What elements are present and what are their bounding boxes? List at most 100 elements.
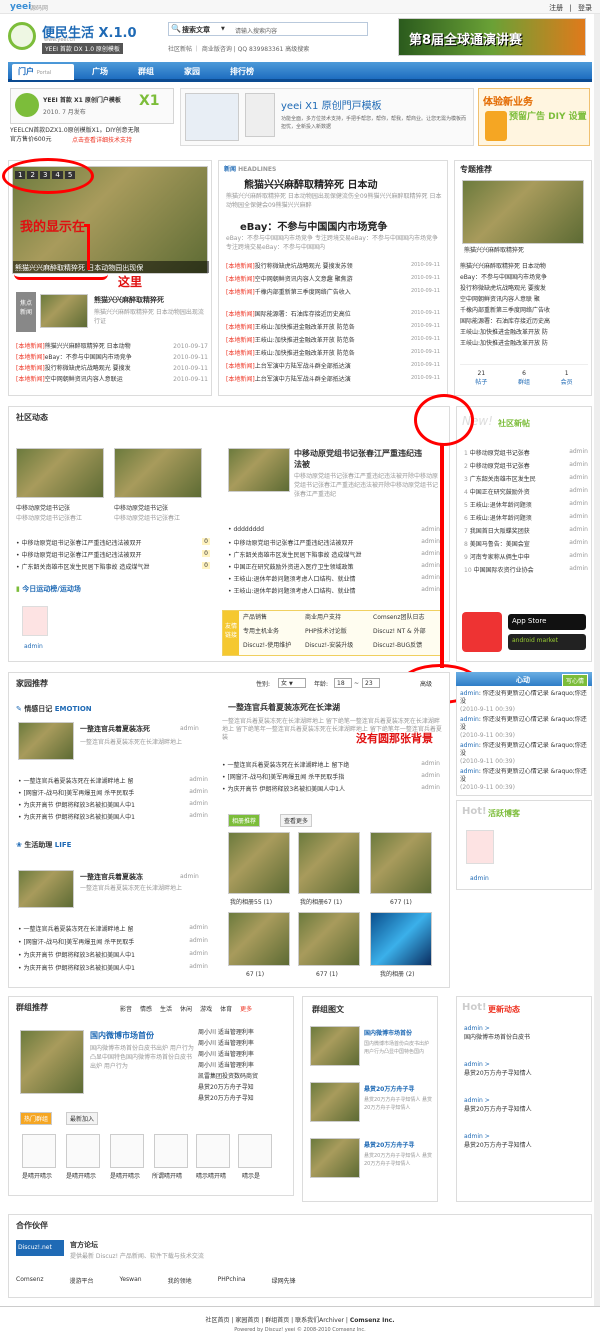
friend-link[interactable]: 产品销售	[243, 613, 267, 622]
list-item[interactable]: • 中国正在研究鼓励外资进入医疗卫生领域政策 admin	[228, 562, 440, 574]
partner-link[interactable]: Comsenz	[16, 1276, 43, 1285]
group-cat[interactable]: 生活	[160, 1004, 172, 1013]
gender-select[interactable]: 女 ▼	[278, 678, 306, 688]
list-item[interactable]: [本地新闻]王岐山:加快推进金融改革开放 防范各 2010-09-11	[226, 336, 440, 349]
life-user[interactable]: admin	[180, 872, 199, 881]
list-item[interactable]: 凯雷集团投资数码商贸	[198, 1072, 288, 1083]
list-item[interactable]: 周小川 适当管理利率	[198, 1028, 288, 1039]
list-item[interactable]: • 王岐山:退休年龄问题须考虑人口结构、就业情 admin	[228, 574, 440, 586]
group-pic-thumb[interactable]	[310, 1138, 360, 1178]
register-link[interactable]: 注册	[549, 4, 563, 12]
tab-photo-more[interactable]: 查看更多	[280, 814, 313, 827]
list-item[interactable]: [本地新闻]千橡内部重新第三季度网络广告收入 2010-09-11	[226, 288, 440, 301]
special-caption[interactable]: 熊猫兴兴麻醉取精猝死	[464, 246, 524, 255]
list-item[interactable]: 10 中国国际农资行业协会 admin	[464, 565, 588, 578]
photo-caption[interactable]: 67 (1)	[246, 970, 264, 979]
footer-link[interactable]: 联系我们Archiver	[295, 1317, 344, 1324]
ad-original-template[interactable]: yeei X1 原创門戸模板 功能全面，多方位技术支持，手把手帮您，帮你，帮我，…	[180, 88, 474, 146]
community-feat-title[interactable]: 中移动原党组书记张春江严重违纪违法被	[294, 448, 428, 470]
list-item[interactable]: [本地新闻]王岐山:加快推进金融改革开放 防范各 2010-09-11	[226, 323, 440, 336]
mood-item[interactable]: admin: 你还没有更新过心情记录 &raquo;你还没 (2010-9-11 …	[460, 716, 588, 742]
active-blog-user[interactable]: admin	[470, 874, 489, 883]
list-item[interactable]: [本地新闻]上台军演中方陆军战斗群全部抵达演 2010-09-11	[226, 362, 440, 375]
partner-link[interactable]: 漫游平台	[69, 1276, 93, 1285]
list-item[interactable]: 周小川 适当管理利率	[198, 1039, 288, 1050]
write-mood-button[interactable]: 写心情	[561, 674, 588, 687]
photo-caption[interactable]: 我的相册67 (1)	[300, 898, 342, 907]
tab-hot-groups[interactable]: 热门群组	[20, 1112, 53, 1125]
avatar[interactable]	[22, 606, 48, 636]
group-icon-label[interactable]: 是晴开晴示	[66, 1172, 96, 1181]
group-icon-label[interactable]: 所谓晴开晴	[152, 1172, 182, 1181]
nav-square[interactable]: 广场	[92, 66, 108, 77]
list-item[interactable]: • 广东韶关南雄市区发生民居下陷事故 造成煤气泄 0	[16, 562, 210, 574]
photo-thumb[interactable]	[298, 832, 360, 894]
news-title-2[interactable]: eBay：不参与中国国内市场竞争	[240, 218, 387, 233]
community-thumb-1[interactable]	[16, 448, 104, 498]
footer-link[interactable]: Comsenz Inc.	[350, 1317, 395, 1324]
list-item[interactable]: • 为庆开高节 伊朗将释放3名被扣美国人中1人 admin	[222, 784, 440, 796]
list-item[interactable]: • 为庆开高节 伊朗将释放3名被扣美国人中1 admin	[18, 800, 208, 812]
list-item[interactable]: 2 中移动原党组书记张春 admin	[464, 461, 588, 474]
group-icon[interactable]	[238, 1134, 272, 1168]
partner-link[interactable]: PHPchina	[218, 1276, 246, 1285]
group-pic-title[interactable]: 悬赏20万方舟子寻	[364, 1140, 414, 1149]
group-icon-label[interactable]: 是晴开晴示	[22, 1172, 52, 1181]
group-cat-more[interactable]: 更多	[240, 1004, 252, 1013]
community-thumb-1-title[interactable]: 中移动原党组书记张	[16, 504, 70, 513]
footer-link[interactable]: 家园首页	[235, 1317, 259, 1324]
photo-thumb[interactable]	[370, 912, 432, 966]
mood-item[interactable]: admin: 你还没有更新过心情记录 &raquo;你还没 (2010-9-11 …	[460, 690, 588, 716]
emotion-user[interactable]: admin	[180, 724, 199, 733]
list-item[interactable]: [本地新闻]空中网朝鲜资讯内容人意联运 2010-09-11	[16, 375, 208, 386]
list-item[interactable]: 悬赏20万方舟子寻知	[198, 1094, 288, 1105]
community-thumb-2-title[interactable]: 中移动原党组书记张	[114, 504, 168, 513]
group-icon[interactable]	[196, 1134, 230, 1168]
photo-thumb[interactable]	[370, 832, 432, 894]
list-item[interactable]: • [网窗汗-战马和]美军再爆丑闻 杀平民取手 admin	[18, 937, 208, 950]
list-item[interactable]: • 广东韶关南雄市区发生民居下陷事故 造成煤气泄 admin	[228, 550, 440, 562]
avatar-user[interactable]: admin	[24, 642, 43, 651]
tab-photo-recommend[interactable]: 相册推荐	[228, 814, 261, 827]
nav-home[interactable]: 门户 Portal	[12, 64, 74, 80]
partner-link[interactable]: 绿网先锋	[272, 1276, 296, 1285]
age-from-input[interactable]: 18	[334, 678, 352, 688]
stat-groups[interactable]: 6 群组	[518, 369, 530, 390]
update-item[interactable]: admin > 国内微博市场首份白皮书	[464, 1024, 588, 1060]
list-item[interactable]: [本地新闻]投行称微缺虎坑战略观光 要搜发苏领 2010-09-11	[226, 262, 440, 275]
list-item[interactable]: 8 美国马鲁告：美国会宣 admin	[464, 539, 588, 552]
friend-link[interactable]: Discuz!-安装升级	[305, 641, 353, 650]
friend-link[interactable]: 专用主机业务	[243, 627, 279, 636]
list-item[interactable]: [本地新闻]王岐山:加快推进金融改革开放 防范各 2010-09-11	[226, 349, 440, 362]
login-link[interactable]: 登录	[578, 4, 592, 12]
nav-ranking[interactable]: 排行榜	[230, 66, 254, 77]
special-thumb[interactable]	[462, 180, 584, 244]
group-pic-title[interactable]: 悬赏20万方舟子寻	[364, 1084, 414, 1093]
list-item[interactable]: • 为庆开高节 伊朗将释放3名被扣美国人中1 admin	[18, 963, 208, 976]
list-item[interactable]: 周小川 适当管理利率	[198, 1050, 288, 1061]
ad1-link[interactable]: 点击查看详细技术支持	[72, 135, 132, 144]
nav-groups[interactable]: 群组	[138, 66, 154, 77]
list-item[interactable]: 1 中移动原党组书记张春 admin	[464, 448, 588, 461]
photo-caption[interactable]: 我的相册 (2)	[380, 970, 414, 979]
list-item[interactable]: [本地新闻]上台军演中方陆军战斗群全部抵达演 2010-09-11	[226, 375, 440, 388]
group-pic-title[interactable]: 国内微博市场首份	[364, 1028, 412, 1037]
list-item[interactable]: • 一整连官兵着夏装冻死在长津湖畔地上 留 admin	[18, 776, 208, 788]
friend-link[interactable]: PHP技术讨论版	[305, 627, 347, 636]
list-item[interactable]: • 一整连官兵着夏装冻死在长津湖畔地上 留下绝 admin	[222, 760, 440, 772]
group-pic-thumb[interactable]	[310, 1082, 360, 1122]
avatar[interactable]	[466, 830, 494, 864]
list-item[interactable]: • 中移动原党组书记张春江严重违纪违法被双开 0	[16, 550, 210, 562]
group-cat[interactable]: 情感	[140, 1004, 152, 1013]
list-item[interactable]: • 王岐山:退休年龄问题须考虑人口结构、就业情 admin	[228, 586, 440, 598]
ad-new-service[interactable]: 体验新业务 预留广告 DIY 设置	[478, 88, 590, 146]
family-search-button[interactable]: 高级	[420, 680, 432, 689]
list-item[interactable]: • 中移动原党组书记张春江严重违纪违法被双开 0	[16, 538, 210, 550]
search-input[interactable]: 请输入搜索内容	[235, 26, 355, 35]
app-ad-icon[interactable]	[462, 612, 502, 652]
list-item[interactable]: 3 广东韶关南雄市区发生民 admin	[464, 474, 588, 487]
life-thumb[interactable]	[18, 870, 74, 908]
group-icon[interactable]	[66, 1134, 100, 1168]
stat-posts[interactable]: 21 帖子	[475, 369, 487, 390]
photo-thumb[interactable]	[228, 912, 290, 966]
